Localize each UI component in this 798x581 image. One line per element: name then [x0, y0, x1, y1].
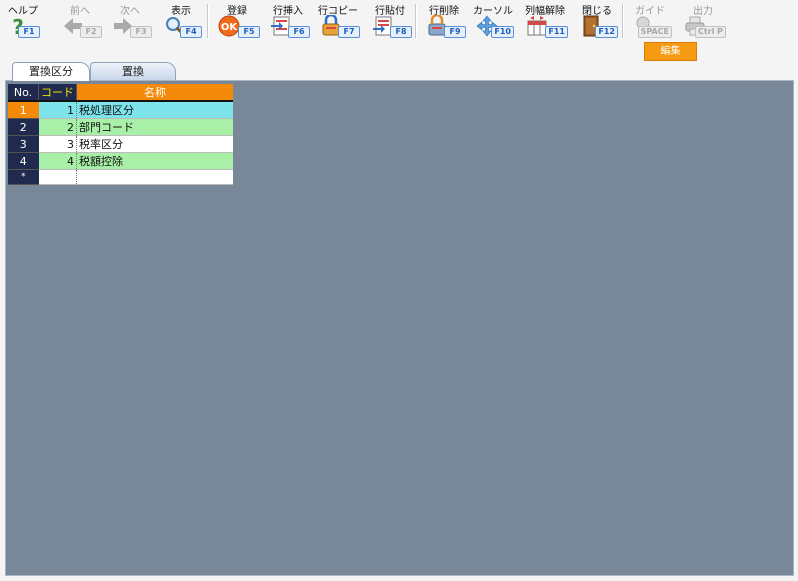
insert-row-button[interactable]: 行挿入 F6	[264, 0, 312, 40]
close-button[interactable]: 閉じる F12	[574, 0, 620, 40]
new-row-marker[interactable]: *	[8, 169, 39, 185]
f9-key-badge: F9	[444, 26, 466, 38]
tab-replacement[interactable]: 置換	[90, 62, 176, 80]
f12-key-badge: F12	[595, 26, 618, 38]
row-number[interactable]: 2	[8, 118, 39, 136]
row-number[interactable]: 1	[8, 101, 39, 119]
edit-mode-badge: 編集	[644, 42, 697, 61]
f11-key-badge: F11	[545, 26, 568, 38]
name-cell[interactable]: 部門コード	[76, 118, 233, 136]
data-grid: No. コード 名称 1 1 税処理区分 2 2 部門コード 3 3 税率区分	[8, 84, 233, 185]
toolbar-separator	[207, 4, 209, 38]
code-cell[interactable]	[38, 169, 77, 185]
code-cell[interactable]: 4	[38, 152, 77, 170]
f8-key-badge: F8	[390, 26, 412, 38]
toolbar-separator	[415, 4, 417, 38]
f6-key-badge: F6	[288, 26, 310, 38]
svg-text:OK: OK	[221, 22, 239, 33]
row-number[interactable]: 4	[8, 152, 39, 170]
table-row[interactable]: 2 2 部門コード	[8, 118, 233, 136]
code-cell[interactable]: 2	[38, 118, 77, 136]
toolbar-separator	[622, 4, 624, 38]
ctrl-p-key-badge: Ctrl P	[694, 26, 726, 38]
name-cell[interactable]	[76, 169, 233, 185]
ok-icon: OK	[218, 15, 240, 37]
column-width-reset-button[interactable]: 列幅解除 F11	[520, 0, 570, 40]
column-header-name[interactable]: 名称	[76, 84, 233, 102]
f7-key-badge: F7	[338, 26, 360, 38]
name-cell[interactable]: 税率区分	[76, 135, 233, 153]
f2-key-badge: F2	[80, 26, 102, 38]
previous-button[interactable]: 前へ F2	[56, 0, 104, 40]
table-row[interactable]: 1 1 税処理区分	[8, 101, 233, 119]
delete-row-button[interactable]: 行削除 F9	[420, 0, 468, 40]
new-row[interactable]: *	[8, 169, 233, 185]
copy-row-button[interactable]: 行コピー F7	[314, 0, 362, 40]
cursor-button[interactable]: カーソル F10	[470, 0, 516, 40]
help-button[interactable]: ヘルプ ? F1	[4, 0, 42, 40]
row-number[interactable]: 3	[8, 135, 39, 153]
f1-key-badge: F1	[18, 26, 40, 38]
main-panel: No. コード 名称 1 1 税処理区分 2 2 部門コード 3 3 税率区分	[5, 80, 794, 576]
toolbar: ヘルプ ? F1 前へ F2 次へ F3 表示 F4 登録 OK	[0, 0, 798, 40]
register-button[interactable]: 登録 OK F5	[212, 0, 262, 40]
column-header-code[interactable]: コード	[38, 84, 77, 102]
f10-key-badge: F10	[491, 26, 514, 38]
name-cell[interactable]: 税処理区分	[76, 101, 233, 119]
next-button[interactable]: 次へ F3	[106, 0, 154, 40]
tab-bar: 置換区分 置換	[0, 62, 798, 81]
table-row[interactable]: 4 4 税額控除	[8, 152, 233, 170]
f3-key-badge: F3	[130, 26, 152, 38]
code-cell[interactable]: 1	[38, 101, 77, 119]
column-header-no[interactable]: No.	[8, 84, 39, 102]
name-cell[interactable]: 税額控除	[76, 152, 233, 170]
display-button[interactable]: 表示 F4	[158, 0, 204, 40]
table-row[interactable]: 3 3 税率区分	[8, 135, 233, 153]
paste-row-button[interactable]: 行貼付 F8	[366, 0, 414, 40]
f5-key-badge: F5	[238, 26, 260, 38]
tab-replacement-category[interactable]: 置換区分	[12, 62, 90, 81]
output-button[interactable]: 出力 Ctrl P	[678, 0, 728, 40]
guide-button[interactable]: ガイド SPACE	[626, 0, 674, 40]
f4-key-badge: F4	[180, 26, 202, 38]
code-cell[interactable]: 3	[38, 135, 77, 153]
space-key-badge: SPACE	[637, 26, 672, 38]
